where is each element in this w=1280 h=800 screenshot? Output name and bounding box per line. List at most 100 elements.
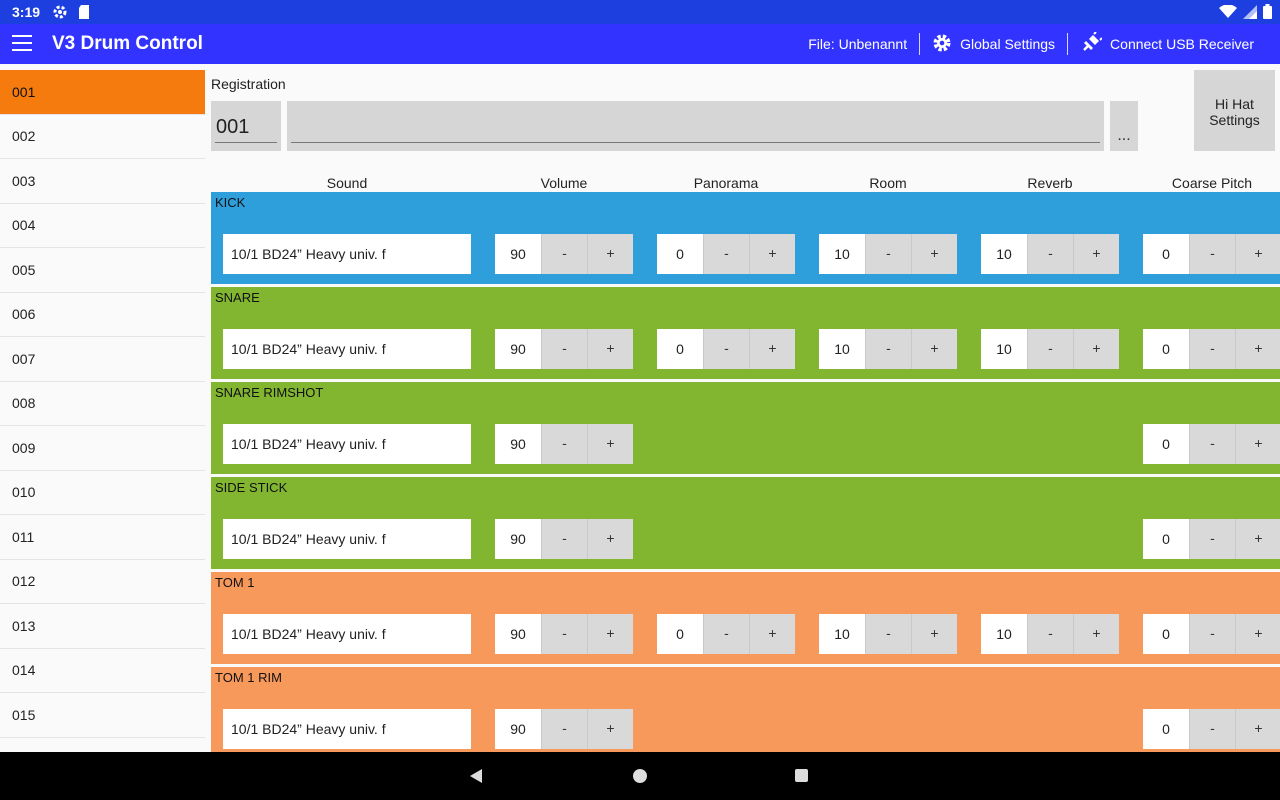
- reverb-increment-button[interactable]: +: [1073, 234, 1119, 274]
- menu-icon[interactable]: [12, 35, 32, 53]
- coarse-pitch-decrement-button[interactable]: -: [1189, 614, 1235, 654]
- room-decrement-button[interactable]: -: [865, 234, 911, 274]
- reverb-value[interactable]: 10: [981, 329, 1027, 369]
- recent-apps-icon[interactable]: [795, 769, 808, 782]
- panorama-increment-button[interactable]: +: [749, 234, 795, 274]
- panorama-decrement-button[interactable]: -: [703, 234, 749, 274]
- sound-selector[interactable]: 10/1 BD24” Heavy univ. f: [223, 519, 471, 559]
- registration-list-item[interactable]: 008: [0, 382, 205, 426]
- volume-increment-button[interactable]: +: [587, 519, 633, 559]
- registration-list-item[interactable]: 015: [0, 693, 205, 738]
- volume-increment-button[interactable]: +: [587, 329, 633, 369]
- volume-decrement-button[interactable]: -: [541, 614, 587, 654]
- instrument-name: TOM 1: [215, 575, 255, 590]
- registration-list-item[interactable]: 003: [0, 159, 205, 204]
- coarse-pitch-value[interactable]: 0: [1143, 614, 1189, 654]
- volume-value[interactable]: 90: [495, 234, 541, 274]
- registration-more-button[interactable]: ...: [1110, 101, 1138, 151]
- reverb-increment-button[interactable]: +: [1073, 329, 1119, 369]
- reverb-value[interactable]: 10: [981, 234, 1027, 274]
- coarse-pitch-value[interactable]: 0: [1143, 424, 1189, 464]
- room-value[interactable]: 10: [819, 234, 865, 274]
- coarse-pitch-increment-button[interactable]: +: [1235, 614, 1280, 654]
- registration-list-item[interactable]: 001: [0, 70, 205, 115]
- registration-list-item[interactable]: 002: [0, 115, 205, 159]
- back-icon[interactable]: [470, 769, 482, 783]
- coarse-pitch-value[interactable]: 0: [1143, 709, 1189, 749]
- registration-list-item[interactable]: 014: [0, 649, 205, 693]
- panorama-value[interactable]: 0: [657, 329, 703, 369]
- room-value[interactable]: 10: [819, 329, 865, 369]
- volume-value[interactable]: 90: [495, 329, 541, 369]
- volume-decrement-button[interactable]: -: [541, 709, 587, 749]
- app-title: V3 Drum Control: [52, 33, 203, 54]
- instrument-row: SNARE RIMSHOT 10/1 BD24” Heavy univ. f 90-…: [211, 382, 1280, 474]
- registration-list-item[interactable]: 006: [0, 293, 205, 337]
- registration-list-item[interactable]: 010: [0, 471, 205, 515]
- volume-increment-button[interactable]: +: [587, 234, 633, 274]
- registration-list-item[interactable]: 013: [0, 604, 205, 649]
- registration-list-item[interactable]: 004: [0, 204, 205, 248]
- coarse-pitch-decrement-button[interactable]: -: [1189, 519, 1235, 559]
- room-decrement-button[interactable]: -: [865, 614, 911, 654]
- room-increment-button[interactable]: +: [911, 614, 957, 654]
- reverb-value[interactable]: 10: [981, 614, 1027, 654]
- volume-control: 90- +: [495, 519, 633, 559]
- coarse-pitch-decrement-button[interactable]: -: [1189, 424, 1235, 464]
- sound-selector[interactable]: 10/1 BD24” Heavy univ. f: [223, 329, 471, 369]
- coarse-pitch-decrement-button[interactable]: -: [1189, 234, 1235, 274]
- volume-value[interactable]: 90: [495, 519, 541, 559]
- coarse-pitch-increment-button[interactable]: +: [1235, 709, 1280, 749]
- volume-decrement-button[interactable]: -: [541, 234, 587, 274]
- room-value[interactable]: 10: [819, 614, 865, 654]
- coarse-pitch-value[interactable]: 0: [1143, 519, 1189, 559]
- reverb-decrement-button[interactable]: -: [1027, 614, 1073, 654]
- registration-list-item[interactable]: 009: [0, 426, 205, 471]
- panorama-increment-button[interactable]: +: [749, 614, 795, 654]
- coarse-pitch-value[interactable]: 0: [1143, 234, 1189, 274]
- file-name-button[interactable]: File: Unbenannt: [796, 24, 919, 64]
- volume-increment-button[interactable]: +: [587, 614, 633, 654]
- room-decrement-button[interactable]: -: [865, 329, 911, 369]
- sound-selector[interactable]: 10/1 BD24” Heavy univ. f: [223, 234, 471, 274]
- sound-selector[interactable]: 10/1 BD24” Heavy univ. f: [223, 709, 471, 749]
- reverb-increment-button[interactable]: +: [1073, 614, 1119, 654]
- coarse-pitch-decrement-button[interactable]: -: [1189, 329, 1235, 369]
- coarse-pitch-increment-button[interactable]: +: [1235, 234, 1280, 274]
- coarse-pitch-increment-button[interactable]: +: [1235, 424, 1280, 464]
- volume-control: 90- +: [495, 234, 633, 274]
- panorama-value[interactable]: 0: [657, 234, 703, 274]
- reverb-decrement-button[interactable]: -: [1027, 234, 1073, 274]
- panorama-value[interactable]: 0: [657, 614, 703, 654]
- volume-increment-button[interactable]: +: [587, 709, 633, 749]
- volume-value[interactable]: 90: [495, 709, 541, 749]
- volume-value[interactable]: 90: [495, 614, 541, 654]
- volume-decrement-button[interactable]: -: [541, 424, 587, 464]
- registration-list-item[interactable]: 005: [0, 248, 205, 293]
- coarse-pitch-increment-button[interactable]: +: [1235, 519, 1280, 559]
- coarse-pitch-decrement-button[interactable]: -: [1189, 709, 1235, 749]
- coarse-pitch-increment-button[interactable]: +: [1235, 329, 1280, 369]
- room-increment-button[interactable]: +: [911, 329, 957, 369]
- sound-selector[interactable]: 10/1 BD24” Heavy univ. f: [223, 424, 471, 464]
- room-increment-button[interactable]: +: [911, 234, 957, 274]
- volume-value[interactable]: 90: [495, 424, 541, 464]
- global-settings-button[interactable]: Global Settings: [920, 24, 1067, 64]
- registration-name-field[interactable]: [287, 101, 1104, 151]
- panorama-increment-button[interactable]: +: [749, 329, 795, 369]
- volume-decrement-button[interactable]: -: [541, 519, 587, 559]
- volume-increment-button[interactable]: +: [587, 424, 633, 464]
- connect-usb-button[interactable]: Connect USB Receiver: [1068, 24, 1266, 64]
- registration-list-item[interactable]: 007: [0, 337, 205, 382]
- hi-hat-settings-button[interactable]: Hi Hat Settings: [1194, 70, 1275, 151]
- coarse-pitch-value[interactable]: 0: [1143, 329, 1189, 369]
- registration-number-field[interactable]: 001: [211, 101, 281, 151]
- sound-selector[interactable]: 10/1 BD24” Heavy univ. f: [223, 614, 471, 654]
- registration-list-item[interactable]: 012: [0, 560, 205, 604]
- panorama-decrement-button[interactable]: -: [703, 614, 749, 654]
- registration-list-item[interactable]: 011: [0, 515, 205, 560]
- home-icon[interactable]: [633, 769, 647, 783]
- reverb-decrement-button[interactable]: -: [1027, 329, 1073, 369]
- volume-decrement-button[interactable]: -: [541, 329, 587, 369]
- panorama-decrement-button[interactable]: -: [703, 329, 749, 369]
